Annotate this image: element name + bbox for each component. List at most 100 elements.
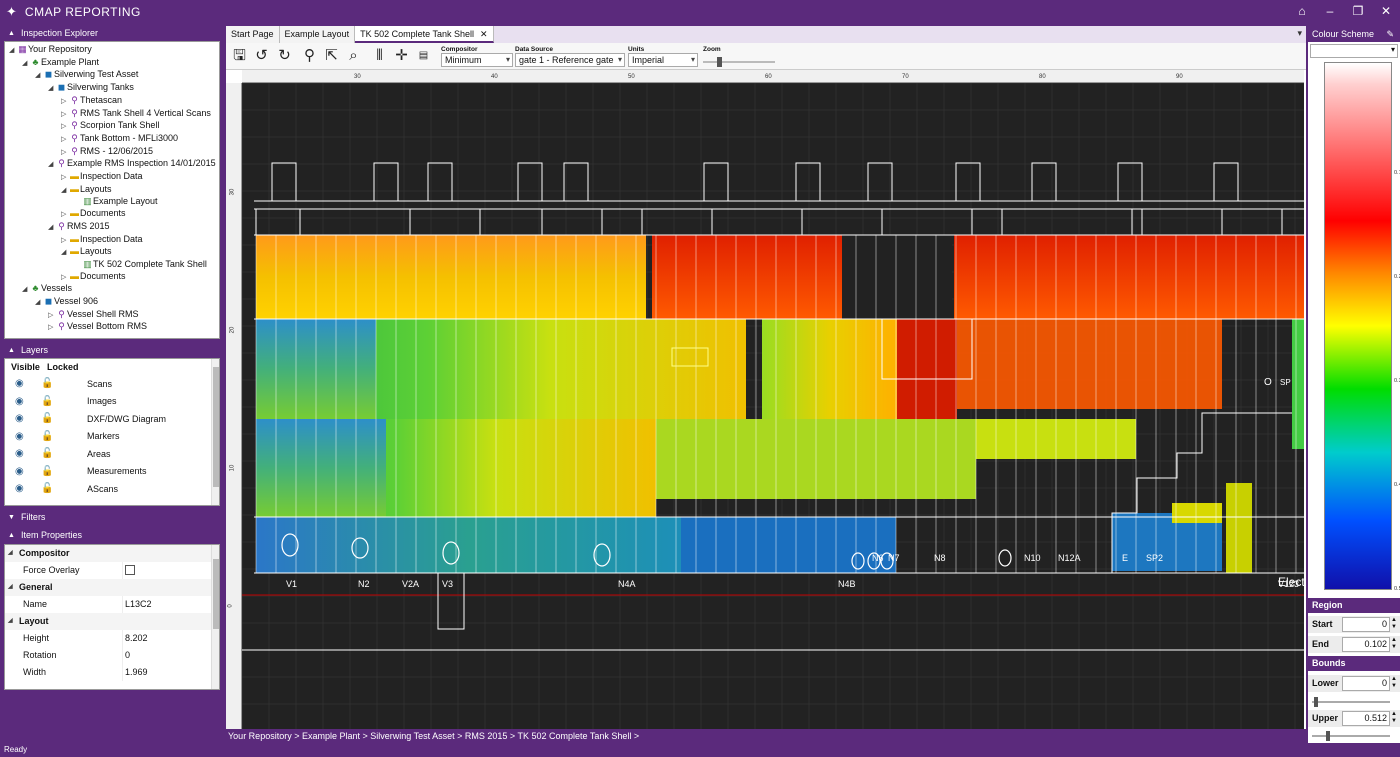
tree-node[interactable]: ◢ ◼ Silverwing Tanks: [5, 82, 219, 95]
collapsed-icon[interactable]: ▷: [61, 96, 69, 108]
eye-icon[interactable]: ◉: [15, 483, 41, 494]
tree-node[interactable]: ◢ ▬Layouts: [5, 246, 219, 259]
eye-icon[interactable]: ◉: [15, 448, 41, 459]
redo-icon[interactable]: ↻: [275, 47, 294, 65]
bounds-upper-input[interactable]: 0.512: [1342, 711, 1390, 726]
layer-row[interactable]: ◉ 🔓 AScans: [5, 480, 219, 498]
colour-scheme-select[interactable]: [1310, 44, 1398, 58]
tree-node[interactable]: ▷ ⚲ Thetascan: [5, 95, 219, 108]
collapsed-icon[interactable]: ▷: [61, 235, 69, 247]
tank-shell-drawing[interactable]: V1 N2 V2A V3 N4A N4BN6 N7 N8 N10 N12A E SP2V123 Ele…: [241, 82, 1309, 730]
expanded-icon[interactable]: ◢: [9, 45, 17, 57]
data-source-select[interactable]: gate 1 - Reference gate: [515, 53, 625, 67]
expanded-icon[interactable]: ◢: [35, 297, 43, 309]
spin-icon[interactable]: ▲ ▼: [1391, 617, 1397, 631]
lock-icon[interactable]: 🔓: [41, 431, 87, 442]
edit-icon[interactable]: ✎: [1386, 26, 1394, 42]
minimize-button[interactable]: –: [1316, 0, 1344, 24]
tab-2[interactable]: TK 502 Complete Tank Shell ✕: [355, 26, 494, 43]
expanded-icon[interactable]: ◢: [48, 222, 56, 234]
tree-node[interactable]: ◢ ▬Layouts: [5, 184, 219, 197]
properties-scrollbar[interactable]: [211, 545, 219, 689]
collapsed-icon[interactable]: ▷: [61, 134, 69, 146]
tree-node[interactable]: ◢ ◼ Vessel 906: [5, 296, 219, 309]
tree-node[interactable]: ◢ ▦Your Repository: [5, 44, 219, 57]
property-value[interactable]: 8.202: [123, 630, 148, 647]
eye-icon[interactable]: ◉: [15, 378, 41, 389]
property-section[interactable]: Compositor: [5, 545, 219, 562]
tree-node[interactable]: ▷ ⚲ Vessel Bottom RMS: [5, 321, 219, 334]
collapsed-icon[interactable]: ▷: [48, 310, 56, 322]
collapsed-icon[interactable]: ▷: [61, 109, 69, 121]
tank-shell-plot[interactable]: V1 N2 V2A V3 N4A N4B N6 N7 N8 N10 N12A E SP2 V123 Ele…: [241, 82, 1309, 730]
property-section[interactable]: Layout: [5, 613, 219, 630]
breadcrumb[interactable]: Your Repository > Example Plant > Silver…: [226, 729, 1306, 743]
tree-node[interactable]: ▷ ⚲ Scorpion Tank Shell: [5, 120, 219, 133]
tree-node[interactable]: ▷ ▬Documents: [5, 271, 219, 284]
eye-icon[interactable]: ◉: [15, 466, 41, 477]
expanded-icon[interactable]: ◢: [48, 159, 56, 171]
layer-row[interactable]: ◉ 🔓 Areas: [5, 445, 219, 463]
tree-node[interactable]: ▥Example Layout: [5, 196, 219, 208]
inspection-explorer-header[interactable]: ▲ Inspection Explorer: [0, 26, 222, 40]
close-button[interactable]: ✕: [1372, 0, 1400, 24]
expanded-icon[interactable]: ◢: [61, 185, 69, 197]
spin-icon[interactable]: ▲ ▼: [1391, 637, 1397, 651]
expanded-icon[interactable]: ◢: [22, 58, 30, 70]
force-overlay-checkbox[interactable]: [123, 562, 135, 579]
item-properties-header[interactable]: ▲ Item Properties: [0, 528, 222, 542]
spin-icon[interactable]: ▲ ▼: [1391, 676, 1397, 690]
compositor-select[interactable]: Minimum: [441, 53, 513, 67]
layer-row[interactable]: ◉ 🔓 Images: [5, 393, 219, 411]
tree-node[interactable]: ▷ ⚲ Tank Bottom - MFLi3000: [5, 133, 219, 146]
save-icon[interactable]: 🖫: [230, 47, 249, 65]
spin-icon[interactable]: ▲ ▼: [1391, 711, 1397, 725]
lock-icon[interactable]: 🔓: [41, 466, 87, 477]
collapsed-icon[interactable]: ▷: [48, 322, 56, 334]
eye-icon[interactable]: ◉: [15, 431, 41, 442]
collapsed-icon[interactable]: ▷: [61, 272, 69, 284]
tree-node[interactable]: ◢ ⚲ Example RMS Inspection 14/01/2015: [5, 158, 219, 171]
tab-list-dropdown-icon[interactable]: ▾: [1297, 28, 1302, 39]
maximize-button[interactable]: ❐: [1344, 0, 1372, 24]
lock-icon[interactable]: 🔓: [41, 483, 87, 494]
lock-icon[interactable]: 🔓: [41, 396, 87, 407]
tree-node[interactable]: ▷ ⚲ RMS - 12/06/2015: [5, 146, 219, 159]
tab-1[interactable]: Example Layout: [279, 26, 356, 43]
expanded-icon[interactable]: ◢: [61, 247, 69, 259]
align-icon[interactable]: ⫴: [370, 47, 389, 65]
region-end-input[interactable]: 0.102: [1342, 637, 1390, 652]
tree-node[interactable]: ▥TK 502 Complete Tank Shell: [5, 259, 219, 271]
property-value[interactable]: 1.969: [123, 664, 148, 681]
lower-bound-slider[interactable]: [1312, 697, 1390, 707]
tree-node[interactable]: ◢ ♣ Example Plant: [5, 57, 219, 70]
tree-node[interactable]: ▷ ▬Inspection Data: [5, 171, 219, 184]
home-icon[interactable]: ⌂: [1288, 0, 1316, 24]
collapsed-icon[interactable]: ▷: [61, 121, 69, 133]
lock-icon[interactable]: 🔓: [41, 413, 87, 424]
expanded-icon[interactable]: ◢: [22, 284, 30, 296]
property-section[interactable]: General: [5, 579, 219, 596]
close-tab-icon[interactable]: ✕: [480, 29, 488, 39]
crosshair-icon[interactable]: ✛: [392, 47, 411, 65]
layer-row[interactable]: ◉ 🔓 Scans: [5, 375, 219, 393]
bounds-lower-input[interactable]: 0: [1342, 676, 1390, 691]
upper-bound-slider[interactable]: [1312, 731, 1390, 741]
eye-icon[interactable]: ◉: [15, 413, 41, 424]
layers-header[interactable]: ▲ Layers: [0, 343, 222, 357]
lock-icon[interactable]: 🔓: [41, 448, 87, 459]
lock-icon[interactable]: 🔓: [41, 378, 87, 389]
layer-row[interactable]: ◉ 🔓 Measurements: [5, 463, 219, 481]
zoom-slider-thumb[interactable]: [717, 57, 722, 67]
collapsed-icon[interactable]: ▷: [61, 172, 69, 184]
tab-0[interactable]: Start Page: [226, 26, 280, 43]
units-select[interactable]: Imperial: [628, 53, 698, 67]
collapsed-icon[interactable]: ▷: [61, 209, 69, 221]
region-start-input[interactable]: 0: [1342, 617, 1390, 632]
filters-header[interactable]: ▼ Filters: [0, 510, 222, 524]
tree-node[interactable]: ▷ ▬Inspection Data: [5, 234, 219, 247]
tree-node[interactable]: ▷ ⚲ RMS Tank Shell 4 Vertical Scans: [5, 108, 219, 121]
expanded-icon[interactable]: ◢: [48, 83, 56, 95]
expanded-icon[interactable]: ◢: [35, 70, 43, 82]
layers-scrollbar[interactable]: [211, 359, 219, 505]
